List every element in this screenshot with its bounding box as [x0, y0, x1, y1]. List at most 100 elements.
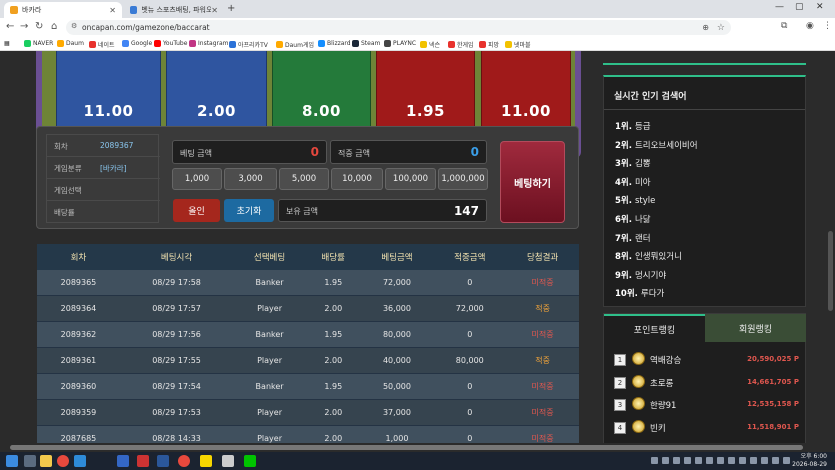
- site-info-icon[interactable]: ⚙: [71, 22, 77, 30]
- tray-icon[interactable]: [662, 457, 669, 464]
- system-clock[interactable]: 오후 6:00 2026-08-29: [792, 453, 827, 469]
- windows-start-icon[interactable]: [6, 455, 18, 467]
- popular-search-item[interactable]: 1위. 등급: [615, 120, 651, 132]
- bookmark-youtube[interactable]: YouTube: [154, 40, 187, 47]
- tray-icon[interactable]: [783, 457, 790, 464]
- popular-search-item[interactable]: 2위. 트리오브세이비어: [615, 139, 698, 151]
- tab-baccarat[interactable]: 바카라 ✕: [4, 2, 122, 18]
- bookmark-daum[interactable]: Daum: [57, 40, 84, 47]
- bookmark-nate[interactable]: 네이트: [89, 40, 115, 49]
- popular-search-item[interactable]: 9위. 멍시기야: [615, 269, 666, 281]
- reset-button[interactable]: 초기화: [224, 199, 274, 222]
- tray-icon[interactable]: [695, 457, 702, 464]
- home-icon[interactable]: ⌂: [51, 21, 57, 32]
- edge-icon[interactable]: [74, 455, 86, 467]
- bookmark-google[interactable]: Google: [122, 40, 152, 47]
- cell-result: 미적중: [506, 399, 579, 426]
- popular-search-item[interactable]: 8위. 인생뭐있거니: [615, 250, 682, 262]
- odds-button-tie[interactable]: 8.00: [272, 51, 371, 131]
- ranking-row[interactable]: 2 초로롱 14,661,705 P: [614, 373, 799, 393]
- scrollbar-thumb[interactable]: [10, 445, 803, 450]
- app-icon[interactable]: [137, 455, 149, 467]
- ranking-row[interactable]: 4 빈키 11,518,901 P: [614, 418, 799, 438]
- odds-button-player-pair[interactable]: 11.00: [56, 51, 161, 131]
- close-tab-icon[interactable]: ✕: [211, 6, 218, 15]
- url-field[interactable]: ⚙ oncapan.com/gamezone/baccarat ⊕ ☆: [66, 20, 731, 35]
- popular-search-item[interactable]: 3위. 김뽕: [615, 157, 651, 169]
- bookmark-nexon[interactable]: 넥슨: [420, 40, 440, 49]
- chip-1000000-button[interactable]: 1,000,000: [438, 168, 488, 190]
- place-bet-button[interactable]: 베팅하기: [500, 141, 565, 223]
- menu-icon[interactable]: ⋮: [823, 21, 832, 31]
- bookmark-naver[interactable]: NAVER: [24, 40, 53, 47]
- tray-icon[interactable]: [728, 457, 735, 464]
- tray-icon[interactable]: [651, 457, 658, 464]
- bookmark-netmarble[interactable]: 넷마블: [505, 40, 531, 49]
- bookmark-daumgame[interactable]: Daum게임: [276, 40, 314, 49]
- ranking-row[interactable]: 1 역배강승 20,590,025 P: [614, 350, 799, 370]
- chip-10000-button[interactable]: 10,000: [331, 168, 383, 190]
- popular-search-item[interactable]: 6위. 나닮: [615, 213, 651, 225]
- bookmark-star-icon[interactable]: ☆: [717, 23, 725, 33]
- bookmark-pmang[interactable]: 피망: [479, 40, 499, 49]
- odds-button-banker[interactable]: 1.95: [376, 51, 475, 131]
- odds-button-banker-pair[interactable]: 11.00: [481, 51, 571, 131]
- popular-search-item[interactable]: 10위. 루다가: [615, 287, 664, 299]
- file-explorer-icon[interactable]: [40, 455, 52, 467]
- vertical-scrollbar[interactable]: [826, 51, 835, 443]
- bookmark-hangame[interactable]: 한게임: [448, 40, 474, 49]
- tray-icon[interactable]: [706, 457, 713, 464]
- popular-search-item[interactable]: 7위. 랜터: [615, 232, 651, 244]
- bookmark-afreecatv[interactable]: 아프리카TV: [229, 40, 268, 49]
- minimize-icon[interactable]: —: [775, 2, 784, 12]
- popular-search-item[interactable]: 4위. 미아: [615, 176, 651, 188]
- all-in-button[interactable]: 올인: [173, 199, 220, 222]
- app-icon[interactable]: [117, 455, 129, 467]
- app-icon[interactable]: [222, 455, 234, 467]
- zoom-icon[interactable]: ⊕: [702, 23, 709, 32]
- chrome-icon[interactable]: [57, 455, 69, 467]
- tab-betnew[interactable]: 벳뉴 스포츠배팅, 파워오락카지... ✕: [124, 2, 224, 18]
- tray-icon[interactable]: [772, 457, 779, 464]
- chip-5000-button[interactable]: 5,000: [279, 168, 329, 190]
- chip-100000-button[interactable]: 100,000: [385, 168, 436, 190]
- rank-name: 한량91: [650, 401, 677, 411]
- reload-icon[interactable]: ↻: [35, 21, 43, 32]
- close-tab-icon[interactable]: ✕: [109, 6, 116, 15]
- apps-icon[interactable]: ▦: [4, 40, 10, 47]
- tray-icon[interactable]: [684, 457, 691, 464]
- line-icon[interactable]: [244, 455, 256, 467]
- forward-icon[interactable]: →: [20, 21, 28, 32]
- bookmark-instagram[interactable]: Instagram: [189, 40, 229, 47]
- table-row: 2089359 08/29 17:53 Player 2.00 37,000 0 미적중: [37, 399, 579, 426]
- cell-result: 적중: [506, 347, 579, 375]
- scrollbar-thumb[interactable]: [828, 231, 833, 311]
- popular-search-item[interactable]: 5위. style: [615, 194, 655, 206]
- extensions-icon[interactable]: ⧉: [781, 21, 787, 31]
- ranking-row[interactable]: 3 한량91 12,535,158 P: [614, 395, 799, 415]
- task-view-icon[interactable]: [24, 455, 36, 467]
- tray-icon[interactable]: [750, 457, 757, 464]
- word-icon[interactable]: [157, 455, 169, 467]
- tray-icon[interactable]: [673, 457, 680, 464]
- tray-icon[interactable]: [717, 457, 724, 464]
- new-tab-icon[interactable]: +: [227, 3, 235, 14]
- chip-1000-button[interactable]: 1,000: [172, 168, 222, 190]
- bookmark-plaync[interactable]: PLAYNC: [384, 40, 416, 47]
- horizontal-scrollbar[interactable]: [0, 443, 835, 452]
- tab-member-ranking[interactable]: 회원랭킹: [705, 314, 806, 342]
- tab-point-ranking[interactable]: 포인트랭킹: [604, 314, 705, 342]
- tray-icon[interactable]: [739, 457, 746, 464]
- window-close-icon[interactable]: ✕: [816, 2, 824, 12]
- back-icon[interactable]: ←: [6, 21, 14, 32]
- chip-3000-button[interactable]: 3,000: [224, 168, 277, 190]
- tray-icon[interactable]: [761, 457, 768, 464]
- chrome-icon[interactable]: [178, 455, 190, 467]
- maximize-icon[interactable]: ▢: [795, 2, 804, 12]
- kakaotalk-icon[interactable]: [200, 455, 212, 467]
- odds-button-player[interactable]: 2.00: [166, 51, 267, 131]
- profile-icon[interactable]: ◉: [806, 21, 814, 31]
- popular-rank: 3위.: [615, 159, 632, 170]
- bookmark-blizzard[interactable]: Blizzard: [318, 40, 351, 47]
- bookmark-steam[interactable]: Steam: [352, 40, 380, 47]
